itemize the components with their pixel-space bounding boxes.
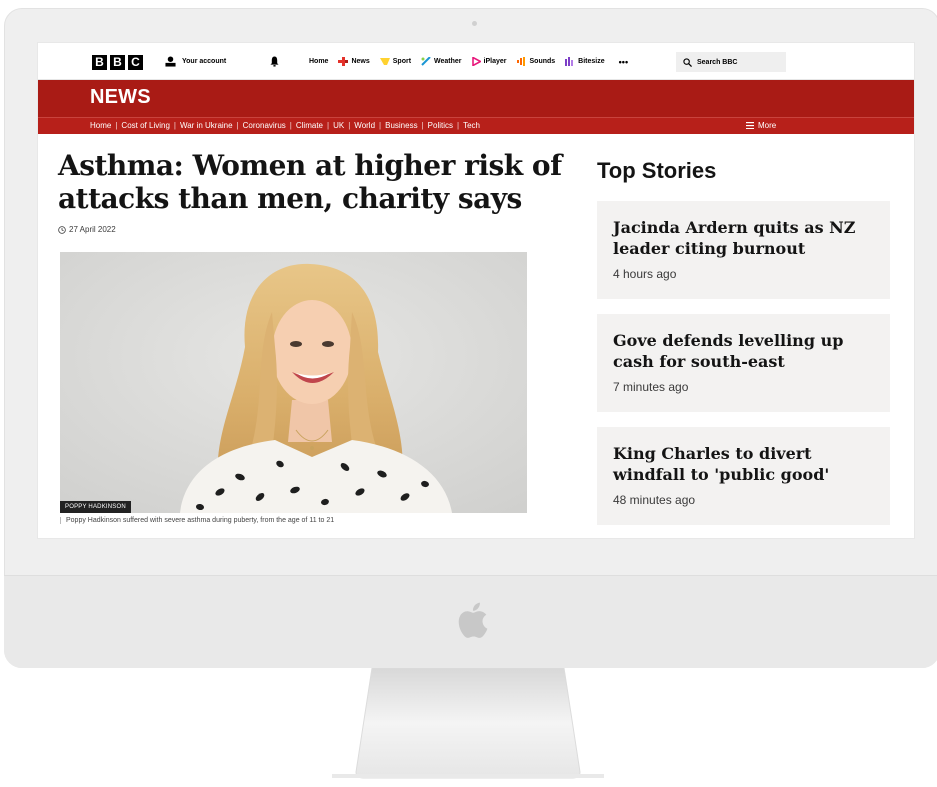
subnav-item-cost-of-living[interactable]: Cost of Living <box>121 121 169 130</box>
account-label: Your account <box>182 58 227 65</box>
main-nav: Home News Sport Weather iPlayer Sounds B… <box>270 56 628 67</box>
browser-screen: B B C Your account Home News Sport Weath… <box>37 42 915 539</box>
top-story-time: 7 minutes ago <box>613 380 689 394</box>
imac-stand <box>332 668 604 779</box>
more-dots-icon: ••• <box>618 56 629 67</box>
top-story-headline[interactable]: King Charles to divert windfall to 'publ… <box>613 443 875 485</box>
subnav-more-button[interactable]: More <box>746 121 776 130</box>
subnav-items: Home | Cost of Living | War in Ukraine | Co… <box>90 121 480 130</box>
sport-icon <box>379 58 390 65</box>
image-caption: Poppy Hadkinson suffered with severe ast… <box>60 517 334 524</box>
nav-sounds[interactable]: Sounds <box>516 57 556 66</box>
iplayer-icon <box>471 57 481 66</box>
top-story-card[interactable]: Gove defends levelling up cash for south… <box>597 314 890 412</box>
article-headline: Asthma: Women at higher risk of attacks … <box>58 149 562 215</box>
bbc-logo-letter: C <box>128 55 143 70</box>
search-icon <box>683 57 692 67</box>
user-icon <box>165 56 176 67</box>
top-story-headline[interactable]: Jacinda Ardern quits as NZ leader citing… <box>613 217 875 259</box>
top-stories-title: Top Stories <box>597 158 717 183</box>
subnav-item-coronavirus[interactable]: Coronavirus <box>243 121 286 130</box>
nav-news-label: News <box>351 58 370 65</box>
news-subnav: Home | Cost of Living | War in Ukraine | Co… <box>38 117 914 134</box>
nav-more-dots[interactable]: ••• <box>619 57 628 67</box>
news-banner: NEWS <box>38 80 914 117</box>
more-label: More <box>758 121 777 130</box>
news-section-title[interactable]: NEWS <box>90 86 151 109</box>
subnav-item-home[interactable]: Home <box>90 121 111 130</box>
nav-bitesize[interactable]: Bitesize <box>565 57 605 66</box>
sounds-icon <box>516 57 525 66</box>
bitesize-icon <box>565 57 574 66</box>
nav-sport[interactable]: Sport <box>379 57 412 66</box>
bbc-logo-letter: B <box>110 55 125 70</box>
subnav-item-world[interactable]: World <box>354 121 375 130</box>
news-icon <box>338 57 349 66</box>
account-link[interactable]: Your account <box>165 56 226 67</box>
subnav-item-climate[interactable]: Climate <box>296 121 323 130</box>
nav-home[interactable]: Home <box>309 58 328 65</box>
bbc-logo-letter: B <box>92 55 107 70</box>
subnav-item-politics[interactable]: Politics <box>428 121 453 130</box>
subnav-item-uk[interactable]: UK <box>333 121 344 130</box>
nav-iplayer-label: iPlayer <box>483 58 507 65</box>
nav-weather-label: Weather <box>434 58 462 65</box>
top-story-headline[interactable]: Gove defends levelling up cash for south… <box>613 330 875 372</box>
article-date: 27 April 2022 <box>58 225 116 234</box>
nav-bitesize-label: Bitesize <box>578 58 605 65</box>
top-story-card[interactable]: Jacinda Ardern quits as NZ leader citing… <box>597 201 890 299</box>
top-story-time: 4 hours ago <box>613 267 677 281</box>
nav-sport-label: Sport <box>392 58 412 65</box>
search-input[interactable]: Search BBC <box>676 52 786 72</box>
article-image: POPPY HADKINSON <box>60 252 527 513</box>
subnav-item-war-in-ukraine[interactable]: War in Ukraine <box>180 121 233 130</box>
hamburger-menu-icon <box>746 122 754 129</box>
nav-weather[interactable]: Weather <box>421 57 462 66</box>
subnav-item-business[interactable]: Business <box>385 121 417 130</box>
nav-sounds-label: Sounds <box>529 58 556 65</box>
weather-icon <box>421 57 431 66</box>
image-credit: POPPY HADKINSON <box>60 501 131 513</box>
top-story-card[interactable]: King Charles to divert windfall to 'publ… <box>597 427 890 525</box>
search-placeholder: Search BBC <box>697 58 738 66</box>
nav-news[interactable]: News <box>338 57 370 66</box>
bbc-top-bar: B B C Your account Home News Sport Weath… <box>38 43 914 80</box>
bbc-logo[interactable]: B B C <box>92 55 143 70</box>
notifications-bell-icon[interactable] <box>270 56 279 67</box>
nav-iplayer[interactable]: iPlayer <box>471 57 507 66</box>
apple-logo-icon <box>458 602 488 638</box>
woman-portrait-image <box>60 252 527 513</box>
top-story-time: 48 minutes ago <box>613 493 696 507</box>
subnav-item-tech[interactable]: Tech <box>463 121 480 130</box>
article-date-text: 27 April 2022 <box>69 225 116 234</box>
camera-dot <box>472 21 477 26</box>
clock-icon <box>58 225 66 234</box>
nav-home-label: Home <box>309 58 329 65</box>
